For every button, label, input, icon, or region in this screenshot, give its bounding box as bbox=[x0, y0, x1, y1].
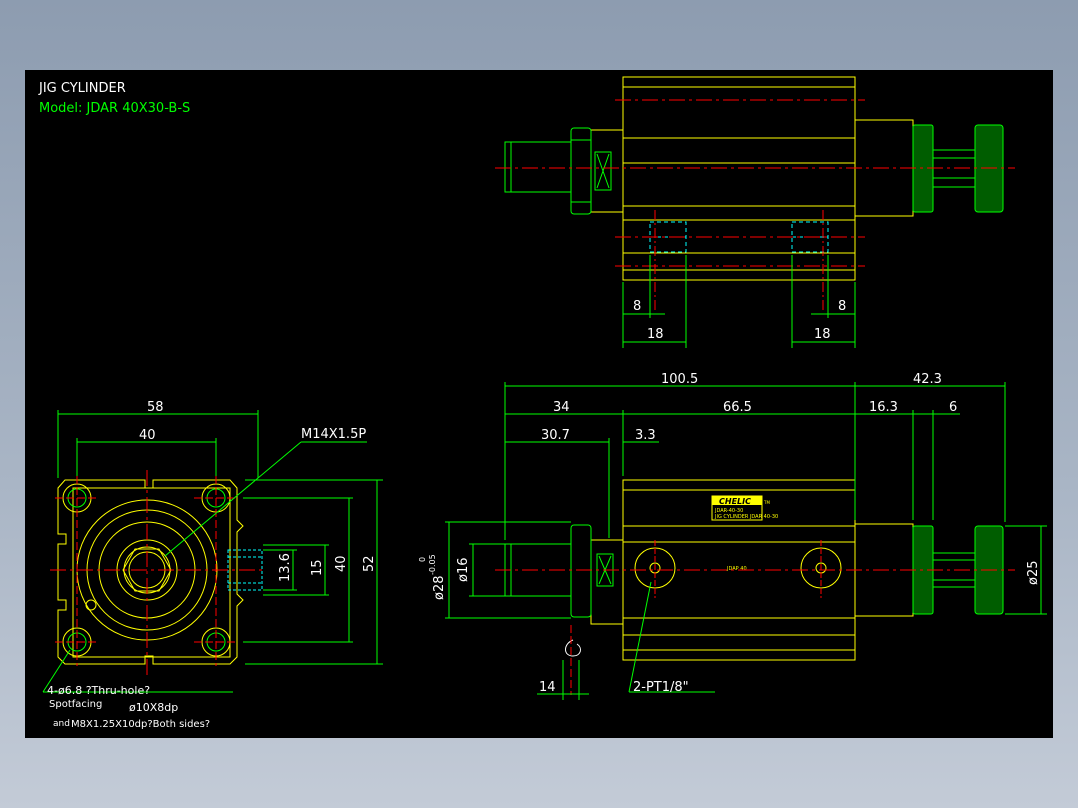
cad-viewport[interactable]: JIG CYLINDER Model: JDAR 40X30-B-S 8 8 1… bbox=[25, 70, 1053, 738]
side-dim-dia25: ø25 bbox=[1026, 561, 1041, 586]
top-rod-end bbox=[504, 141, 572, 193]
front-view: 58 40 52 40 15 13.6 M14X1.5P 4-ø6.8 ?Thr… bbox=[42, 400, 383, 730]
side-dim-3-3: 3.3 bbox=[635, 428, 656, 443]
top-dim-18-left: 18 bbox=[647, 327, 664, 342]
front-dim-58: 58 bbox=[147, 400, 164, 415]
side-dim-dia28: ø28 bbox=[432, 576, 447, 601]
model-label: Model: JDAR 40X30-B-S bbox=[39, 101, 190, 116]
side-dim-ext: 42.3 bbox=[913, 372, 942, 387]
front-dim-52: 52 bbox=[362, 555, 377, 572]
drawing-canvas: JIG CYLINDER Model: JDAR 40X30-B-S 8 8 1… bbox=[38, 76, 1047, 730]
nameplate-line2: JIG CYLINDER JDAR 40-30 bbox=[714, 514, 778, 520]
front-dim-15: 15 bbox=[310, 559, 325, 576]
top-dim-8-right: 8 bbox=[838, 299, 846, 314]
body-label: JDAP 40 bbox=[726, 566, 747, 572]
side-dim-16-3: 16.3 bbox=[869, 400, 898, 415]
hole-note-spotfacing-size: ø10X8dp bbox=[129, 701, 178, 714]
port-callout: 2-PT1/8" bbox=[633, 680, 689, 695]
side-dim-tol-lower: -0.05 bbox=[428, 554, 437, 575]
side-dim-dia16: ø16 bbox=[456, 558, 471, 583]
hole-note-and: and bbox=[53, 719, 70, 729]
hole-note-spotfacing: Spotfacing bbox=[49, 699, 102, 710]
top-view: 8 8 18 18 bbox=[495, 76, 1015, 348]
drawing-title: JIG CYLINDER bbox=[38, 81, 126, 96]
front-dim-40-height: 40 bbox=[334, 555, 349, 572]
hole-note-thread: M8X1.25X10dp?Both sides? bbox=[71, 719, 210, 730]
side-dim-body: 66.5 bbox=[723, 400, 752, 415]
thread-callout: M14X1.5P bbox=[301, 427, 366, 442]
side-dim-14: 14 bbox=[539, 680, 556, 695]
brand-tm: TM bbox=[763, 500, 770, 505]
top-dim-8-left: 8 bbox=[633, 299, 641, 314]
side-rod-nut bbox=[590, 539, 624, 625]
front-dim-13-6: 13.6 bbox=[278, 553, 293, 582]
hole-note-line1: 4-ø6.8 ?Thru-hole? bbox=[47, 684, 150, 697]
side-view: CHELIC TM JDAR-40-30 JIG CYLINDER JDAR 4… bbox=[418, 372, 1047, 700]
top-rod-nut bbox=[590, 129, 624, 213]
front-dim-40-width: 40 bbox=[139, 428, 156, 443]
top-body-outline bbox=[622, 76, 856, 281]
side-dim-30-7: 30.7 bbox=[541, 428, 570, 443]
side-dim-tol-upper: 0 bbox=[418, 557, 427, 562]
brand-logo: CHELIC bbox=[719, 497, 751, 506]
side-dim-6: 6 bbox=[949, 400, 957, 415]
side-dim-rod: 34 bbox=[553, 400, 570, 415]
side-dim-overall: 100.5 bbox=[661, 372, 698, 387]
top-dim-18-right: 18 bbox=[814, 327, 831, 342]
front-flange-outline bbox=[57, 479, 244, 665]
